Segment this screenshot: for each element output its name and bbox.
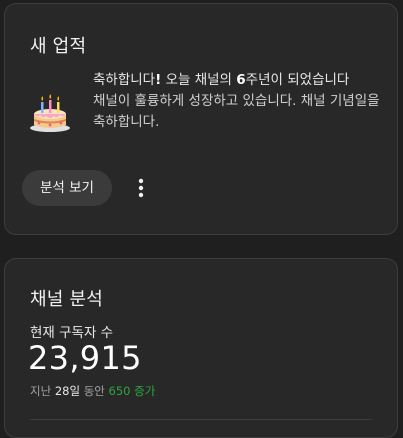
change-value: 650: [108, 384, 131, 398]
change-period: 28일: [54, 384, 81, 398]
achievement-message: 축하합니다! 오늘 채널의 6주년이 되었습니다 채널이 훌륭하게 성장하고 있…: [93, 70, 383, 133]
analytics-card-title: 채널 분석: [30, 289, 103, 310]
birthday-cake-icon: [27, 90, 73, 136]
subscriber-change: 지난 28일 동안 650 증가: [30, 384, 156, 398]
subscriber-label: 현재 구독자 수: [30, 325, 114, 341]
view-analytics-button[interactable]: 분석 보기: [22, 170, 112, 206]
more-vert-icon: [138, 178, 144, 198]
subscriber-count: 23,915: [28, 339, 142, 377]
achievement-message-line2: 채널이 훌륭하게 성장하고 있습니다. 채널 기념일을 축하합니다.: [93, 93, 380, 130]
channel-analytics-card: 채널 분석 현재 구독자 수 23,915 지난 28일 동안 650 증가: [4, 258, 398, 438]
achievement-card-title: 새 업적: [30, 36, 87, 57]
more-options-button[interactable]: [123, 170, 159, 206]
divider: [30, 419, 372, 420]
anniversary-years: 6: [236, 72, 246, 88]
achievement-message-line1: 축하합니다! 오늘 채널의 6주년이 되었습니다: [93, 72, 350, 88]
achievement-card: 새 업적 축하합니다! 오늘 채널의 6주년이 되었습니다 채널이 훌륭하게 성…: [4, 3, 398, 235]
